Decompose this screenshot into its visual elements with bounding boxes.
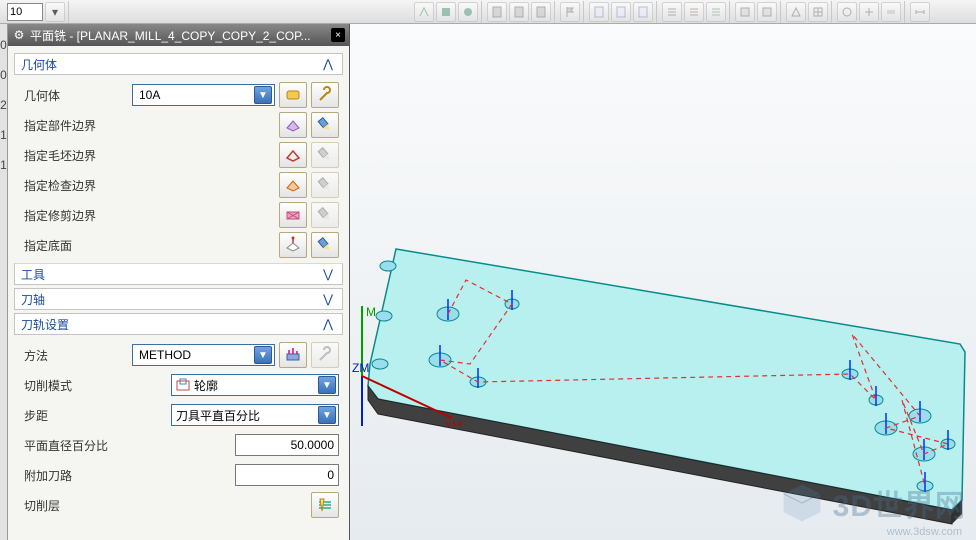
part-bound-highlight-icon[interactable] xyxy=(311,112,339,138)
tb-dim-icon[interactable] xyxy=(910,2,930,22)
check-bound-label: 指定检查边界 xyxy=(24,177,128,194)
extra-path-input[interactable] xyxy=(235,464,339,486)
watermark: 3D世界网 xyxy=(779,480,966,526)
cube-icon xyxy=(779,480,825,526)
method-edit-icon[interactable] xyxy=(279,342,307,368)
flat-pct-label: 平面直径百分比 xyxy=(24,437,164,454)
cut-level-label: 切削层 xyxy=(24,497,164,514)
step-value: 刀具平直百分比 xyxy=(176,407,314,424)
left-rail: 0 0 2 1 1 xyxy=(0,24,8,540)
method-dropdown[interactable]: METHOD ▼ xyxy=(132,344,275,366)
viewport-3d[interactable]: M ZM XM 3D世界网 www.3dsw.com xyxy=(350,24,976,540)
tb-list-1[interactable] xyxy=(662,2,682,22)
step-label: 步距 xyxy=(24,407,128,424)
cut-mode-value: 轮廓 xyxy=(194,377,314,394)
floor-icon[interactable] xyxy=(279,232,307,258)
tb-icon-1[interactable] xyxy=(414,2,434,22)
section-tool[interactable]: 工具 ⋁ xyxy=(14,263,343,285)
tb-list-2[interactable] xyxy=(684,2,704,22)
axis-xm: XM xyxy=(444,419,462,426)
watermark-text: 3D世界网 xyxy=(833,481,966,525)
tb-icon-2[interactable] xyxy=(436,2,456,22)
top-value-input[interactable] xyxy=(7,3,43,21)
chevron-down-icon: ▼ xyxy=(318,406,336,424)
profile-icon xyxy=(176,378,190,392)
geom-wrench-icon[interactable] xyxy=(311,82,339,108)
rail-num-4: 1 xyxy=(0,158,7,172)
rail-num-0: 0 xyxy=(0,38,7,52)
watermark-sub: www.3dsw.com xyxy=(887,526,962,538)
chevron-down-icon: ▼ xyxy=(318,376,336,394)
tb-flag-icon[interactable] xyxy=(560,2,580,22)
tb-doc-2[interactable] xyxy=(509,2,529,22)
axis-zm: ZM xyxy=(352,361,369,375)
section-geometry-label: 几何体 xyxy=(21,56,57,73)
tb-misc-3[interactable] xyxy=(881,2,901,22)
geom-body-label: 几何体 xyxy=(24,87,128,104)
plate-model xyxy=(350,24,976,540)
tb-doc-1[interactable] xyxy=(487,2,507,22)
trim-bound-icon[interactable] xyxy=(279,202,307,228)
blank-bound-highlight-icon[interactable] xyxy=(311,142,339,168)
rail-num-3: 1 xyxy=(0,128,7,142)
chevron-down-icon: ⋁ xyxy=(320,292,336,306)
chevron-down-icon: ⋁ xyxy=(320,267,336,281)
section-geometry[interactable]: 几何体 ⋀ xyxy=(14,53,343,75)
trim-bound-highlight-icon[interactable] xyxy=(311,202,339,228)
tb-sheet-1[interactable] xyxy=(735,2,755,22)
tb-page-2[interactable] xyxy=(611,2,631,22)
section-axis-label: 刀轴 xyxy=(21,291,45,308)
tb-grid-icon[interactable] xyxy=(808,2,828,22)
section-axis[interactable]: 刀轴 ⋁ xyxy=(14,288,343,310)
check-bound-highlight-icon[interactable] xyxy=(311,172,339,198)
section-path-label: 刀轨设置 xyxy=(21,316,69,333)
tb-triangle-icon[interactable] xyxy=(786,2,806,22)
tb-icon-3[interactable] xyxy=(458,2,478,22)
axis-triad: M ZM XM xyxy=(352,296,472,426)
extra-path-label: 附加刀路 xyxy=(24,467,164,484)
floor-highlight-icon[interactable] xyxy=(311,232,339,258)
method-wrench-icon[interactable] xyxy=(311,342,339,368)
tb-list-3[interactable] xyxy=(706,2,726,22)
floor-label: 指定底面 xyxy=(24,237,128,254)
tb-misc-2[interactable] xyxy=(859,2,879,22)
section-tool-label: 工具 xyxy=(21,266,45,283)
close-icon[interactable]: × xyxy=(331,28,345,42)
chevron-down-icon: ▼ xyxy=(254,346,272,364)
chevron-up-icon: ⋀ xyxy=(320,57,336,71)
axis-ym: M xyxy=(366,305,376,319)
part-bound-label: 指定部件边界 xyxy=(24,117,128,134)
geom-select-icon[interactable] xyxy=(279,82,307,108)
rail-num-2: 2 xyxy=(0,98,7,112)
trim-bound-label: 指定修剪边界 xyxy=(24,207,128,224)
chevron-down-icon: ▼ xyxy=(254,86,272,104)
tb-misc-1[interactable] xyxy=(837,2,857,22)
section-path[interactable]: 刀轨设置 ⋀ xyxy=(14,313,343,335)
cut-mode-label: 切削模式 xyxy=(24,377,128,394)
blank-bound-label: 指定毛坯边界 xyxy=(24,147,128,164)
rail-num-1: 0 xyxy=(0,68,7,82)
flat-pct-input[interactable] xyxy=(235,434,339,456)
tb-page-3[interactable] xyxy=(633,2,653,22)
cut-mode-dropdown[interactable]: 轮廓 ▼ xyxy=(171,374,339,396)
tb-sheet-2[interactable] xyxy=(757,2,777,22)
geom-body-dropdown[interactable]: 10A ▼ xyxy=(132,84,275,106)
method-value: METHOD xyxy=(139,348,254,362)
chevron-up-icon: ⋀ xyxy=(320,317,336,331)
method-label: 方法 xyxy=(24,347,128,364)
dialog-title-text: 平面铣 - [PLANAR_MILL_4_COPY_COPY_2_COP... xyxy=(30,27,327,44)
blank-bound-icon[interactable] xyxy=(279,142,307,168)
tb-page-1[interactable] xyxy=(589,2,609,22)
tb-doc-3[interactable] xyxy=(531,2,551,22)
check-bound-icon[interactable] xyxy=(279,172,307,198)
top-dropdown-icon[interactable]: ▾ xyxy=(45,2,65,22)
dialog-titlebar[interactable]: ⚙ 平面铣 - [PLANAR_MILL_4_COPY_COPY_2_COP..… xyxy=(8,24,349,46)
top-toolbar: ▾ xyxy=(0,0,976,24)
part-bound-icon[interactable] xyxy=(279,112,307,138)
gear-icon: ⚙ xyxy=(12,28,26,42)
geom-body-value: 10A xyxy=(139,88,254,102)
cut-level-icon[interactable] xyxy=(311,492,339,518)
planar-mill-dialog: ⚙ 平面铣 - [PLANAR_MILL_4_COPY_COPY_2_COP..… xyxy=(8,24,350,540)
step-dropdown[interactable]: 刀具平直百分比 ▼ xyxy=(171,404,339,426)
